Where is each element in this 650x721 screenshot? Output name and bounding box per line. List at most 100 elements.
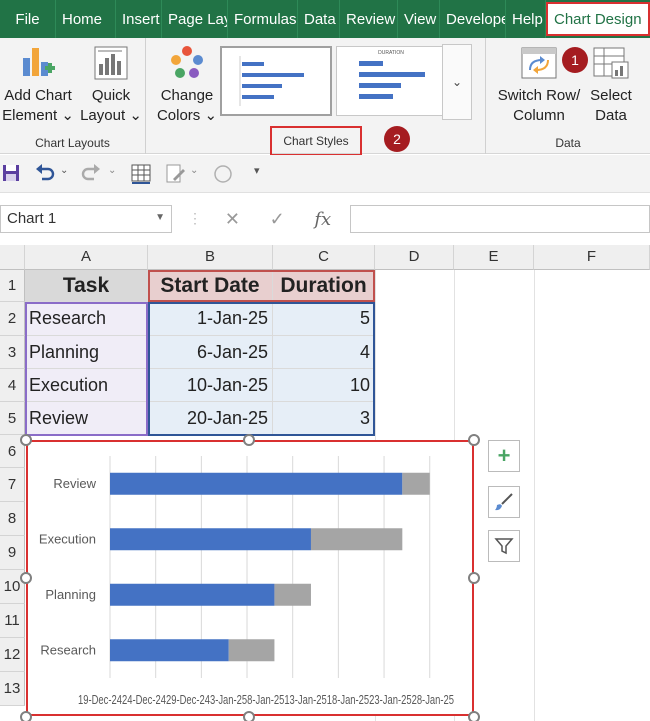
quick-layout-button[interactable]: Quick Layout ⌄ [78, 44, 144, 126]
row-header-7[interactable]: 7 [0, 468, 25, 502]
chart-styles-button[interactable] [488, 486, 520, 518]
form-dropdown-icon[interactable]: ⌄ [190, 165, 198, 176]
row-header-5[interactable]: 5 [0, 402, 25, 435]
row-header-4[interactable]: 4 [0, 369, 25, 402]
resize-handle-bottom-left[interactable] [20, 711, 32, 721]
add-chart-element-icon [23, 48, 55, 76]
column-header-c[interactable]: C [273, 245, 375, 270]
insert-function-icon[interactable]: fx [314, 209, 331, 230]
chart-style-preview-1 [222, 48, 330, 114]
row-header-11[interactable]: 11 [0, 604, 25, 638]
menu-tab-help[interactable]: Help [506, 0, 546, 38]
menu-tab-formulas[interactable]: Formulas [228, 0, 298, 38]
resize-handle-bottom[interactable] [243, 711, 255, 721]
formula-input[interactable] [350, 205, 650, 233]
menu-tab-develope[interactable]: Develope [440, 0, 506, 38]
table-cell[interactable]: Review [25, 402, 148, 435]
redo-icon[interactable] [80, 163, 102, 183]
table-cell[interactable]: 1-Jan-25 [148, 302, 273, 336]
menu-tab-view[interactable]: View [398, 0, 440, 38]
gantt-chart[interactable]: Research Planning Execution Review 19-Dec-24… [26, 440, 474, 716]
formula-bar-grip-icon: ⋮ [188, 210, 202, 226]
table-cell[interactable]: 6-Jan-25 [148, 336, 273, 369]
undo-dropdown-icon[interactable]: ⌄ [60, 165, 68, 176]
resize-handle-top-right[interactable] [468, 434, 480, 446]
table-cell[interactable]: Planning [25, 336, 148, 369]
column-header-b[interactable]: B [148, 245, 273, 270]
table-cell[interactable]: 10-Jan-25 [148, 369, 273, 402]
redo-dropdown-icon[interactable]: ⌄ [108, 165, 116, 176]
chart-bar-start-research [110, 639, 229, 662]
table-cell[interactable]: 3 [273, 402, 375, 435]
save-icon[interactable] [2, 163, 20, 183]
chart-bar-start-execution [110, 528, 311, 551]
row-header-12[interactable]: 12 [0, 638, 25, 672]
gridline [534, 270, 535, 721]
table-cell[interactable]: 4 [273, 336, 375, 369]
select-data-label-2: Data [595, 107, 627, 124]
change-colors-label-2: Colors ⌄ [156, 107, 218, 124]
form-icon[interactable] [164, 163, 186, 185]
table-cell[interactable]: 5 [273, 302, 375, 336]
chart-filters-button[interactable] [488, 530, 520, 562]
table-format-icon[interactable] [130, 163, 152, 185]
menu-tab-review[interactable]: Review [340, 0, 398, 38]
menu-tab-home[interactable]: Home [56, 0, 116, 38]
paintbrush-icon [495, 493, 513, 511]
change-colors-button[interactable]: Change Colors ⌄ [156, 44, 218, 126]
add-chart-element-button[interactable]: Add Chart Element ⌄ [2, 44, 74, 126]
column-header-a[interactable]: A [25, 245, 148, 270]
group-label-chart-layouts: Chart Layouts [35, 136, 110, 150]
chart-category-label: Research [40, 642, 96, 657]
menu-tab-file[interactable]: File [0, 0, 56, 38]
cancel-icon[interactable]: ✕ [225, 209, 240, 230]
row-header-1[interactable]: 1 [0, 270, 25, 302]
menu-tab-chart-design[interactable]: Chart Design [546, 2, 650, 36]
chart-styles-more-button[interactable]: ⌄ [442, 44, 472, 120]
group-label-chart-styles: Chart Styles [283, 134, 349, 148]
resize-handle-bottom-right[interactable] [468, 711, 480, 721]
table-header-cell[interactable]: Task [25, 270, 148, 302]
row-header-3[interactable]: 3 [0, 336, 25, 369]
resize-handle-top[interactable] [243, 434, 255, 446]
menu-tab-data[interactable]: Data [298, 0, 340, 38]
column-header-d[interactable]: D [375, 245, 454, 270]
group-chart-layouts: Add Chart Element ⌄ Quick Layout ⌄ Chart… [0, 38, 146, 154]
table-cell[interactable]: 10 [273, 369, 375, 402]
select-all-corner[interactable] [0, 245, 25, 270]
row-header-9[interactable]: 9 [0, 536, 25, 570]
name-box-dropdown-icon[interactable]: ▼ [155, 212, 165, 223]
menu-tab-insert[interactable]: Insert [116, 0, 162, 38]
enter-icon[interactable]: ✓ [270, 209, 285, 230]
name-box[interactable]: Chart 1 ▼ [0, 205, 172, 233]
chart-category-label: Execution [39, 531, 96, 546]
chart-style-thumbnail-1[interactable] [220, 46, 332, 116]
name-box-value: Chart 1 [7, 210, 57, 227]
table-cell[interactable]: Research [25, 302, 148, 336]
step-badge-2: 2 [384, 126, 410, 152]
switch-row-label-2: Column [513, 107, 565, 124]
undo-icon[interactable] [34, 163, 56, 183]
chart-bar-start-planning [110, 583, 275, 606]
table-cell[interactable]: 20-Jan-25 [148, 402, 273, 435]
row-header-2[interactable]: 2 [0, 302, 25, 336]
select-data-label-1: Select [590, 87, 632, 104]
switch-row-label-1: Switch Row/ [497, 87, 581, 104]
column-header-f[interactable]: F [534, 245, 650, 270]
resize-handle-right[interactable] [468, 572, 480, 584]
chart-elements-button[interactable]: + [488, 440, 520, 472]
row-header-13[interactable]: 13 [0, 672, 25, 706]
table-cell[interactable]: Execution [25, 369, 148, 402]
circle-button-icon[interactable] [212, 163, 234, 185]
menu-tab-page-layo[interactable]: Page Layo [162, 0, 228, 38]
resize-handle-left[interactable] [20, 572, 32, 584]
row-header-8[interactable]: 8 [0, 502, 25, 536]
chart-style-thumbnail-2[interactable]: DURATION [336, 46, 448, 116]
select-data-button[interactable]: Select Data [582, 44, 640, 126]
column-header-e[interactable]: E [454, 245, 534, 270]
resize-handle-top-left[interactable] [20, 434, 32, 446]
customize-qat-icon[interactable]: ▾ [254, 164, 260, 177]
table-header-cell[interactable]: Start Date [148, 270, 273, 302]
chevron-down-icon: ⌄ [204, 107, 218, 124]
table-header-cell[interactable]: Duration [273, 270, 375, 302]
